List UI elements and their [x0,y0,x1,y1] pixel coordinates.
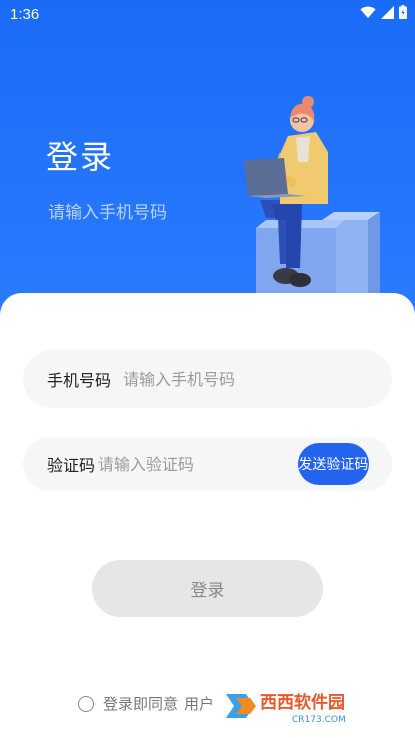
code-input[interactable] [97,454,298,474]
code-field[interactable]: 验证码 发送验证码 [23,437,392,491]
wifi-icon [360,6,376,18]
page-subtitle: 请输入手机号码 [48,203,167,223]
login-card: 手机号码 验证码 发送验证码 登录 登录即同意 用户 [0,293,415,738]
phone-label: 手机号码 [47,371,112,390]
watermark-text: 西西软件园 [260,692,345,713]
watermark-domain: CR173.COM [292,715,346,725]
agreement-radio[interactable] [78,695,94,712]
user-agreement-link[interactable]: 用户 [184,693,214,714]
battery-icon [399,5,407,19]
status-bar: 1:36 [0,0,415,28]
phone-input[interactable] [123,369,392,389]
person-with-laptop-illustration [244,96,380,302]
agreement-row: 登录即同意 用户 [78,693,214,714]
code-label: 验证码 [47,456,96,475]
status-time: 1:36 [10,6,40,23]
status-icons [360,5,407,19]
send-code-button[interactable]: 发送验证码 [297,443,369,485]
login-button[interactable]: 登录 [92,560,323,617]
signal-icon [381,5,394,19]
login-hero: 1:36 登录 请输入手机号码 [0,0,415,320]
phone-field[interactable]: 手机号码 [23,350,392,408]
agreement-text: 登录即同意 [103,695,179,713]
page-title: 登录 [46,138,115,176]
site-watermark: 西西软件园 CR173.COM [220,686,392,726]
